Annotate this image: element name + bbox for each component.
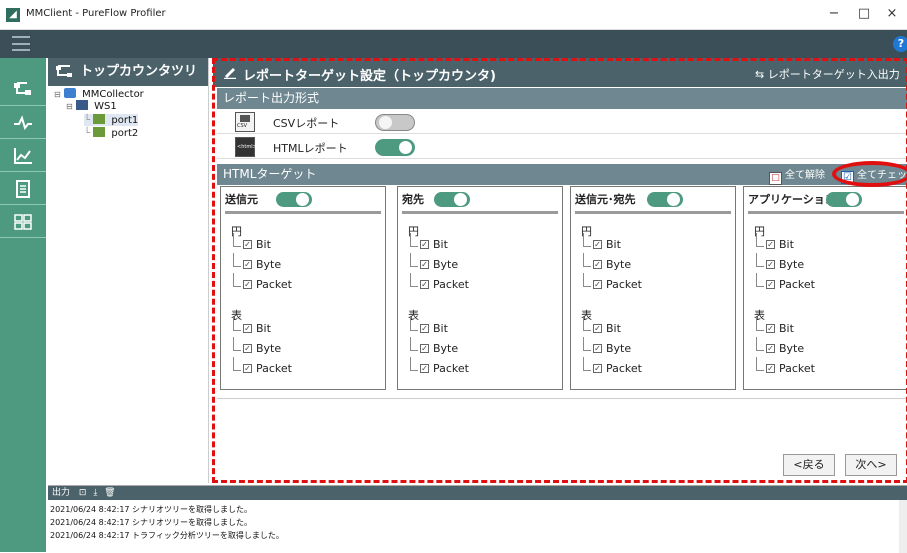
collector-icon xyxy=(63,88,76,98)
html-target-title: HTMLターゲット xyxy=(223,167,317,181)
flow-icon xyxy=(14,115,32,131)
output-scrollbar[interactable] xyxy=(899,500,907,553)
window-title: MMClient - PureFlow Profiler xyxy=(26,8,166,19)
divider xyxy=(217,398,907,399)
report-target-settings-panel: レポートターゲット設定（トップカウンタ) ⇆ レポートターゲット入出力 レポート… xyxy=(213,58,907,482)
destination-toggle[interactable] xyxy=(434,192,470,207)
tree-panel-header: トップカウンタツリー xyxy=(48,58,208,107)
main-header: レポートターゲット設定（トップカウンタ) ⇆ レポートターゲット入出力 xyxy=(213,58,907,87)
check-all-icon: ☑ xyxy=(841,171,854,184)
help-icon[interactable]: ? xyxy=(893,36,907,52)
html-target-section-header: HTMLターゲット □全て解除 ☑全てチェック xyxy=(217,164,907,185)
html-file-icon: <html> xyxy=(235,137,257,157)
line-chart-icon xyxy=(14,148,32,164)
card-title: 送信元･宛先 xyxy=(575,193,636,206)
csv-file-icon: CSV xyxy=(235,112,255,132)
uncheck-all-button[interactable]: □ 全て解除 xyxy=(769,164,825,186)
clear-icon[interactable]: ⊡ xyxy=(79,488,87,498)
output-title: 出力 xyxy=(52,488,71,498)
download-icon[interactable]: ⤓ xyxy=(93,488,97,498)
tree-node-ws1[interactable]: ⊟ WS1 xyxy=(66,100,117,112)
csv-report-toggle[interactable] xyxy=(375,114,415,131)
source-toggle[interactable] xyxy=(276,192,312,207)
tree-icon xyxy=(56,65,72,77)
card-title: 宛先 xyxy=(402,193,424,206)
tree-node-port2[interactable]: └ port2 xyxy=(84,127,138,139)
html-report-row: <html> HTMLレポート xyxy=(217,135,907,159)
nav-layout-button[interactable] xyxy=(0,206,46,238)
source-destination-toggle[interactable] xyxy=(647,192,683,207)
log-line: 2021/06/24 8:42:17 シナリオツリーを取得しました。 xyxy=(50,518,253,527)
hamburger-menu-icon[interactable] xyxy=(12,36,30,51)
title-bar: ◢ MMClient - PureFlow Profiler − □ × xyxy=(0,0,907,30)
csv-report-row: CSV CSVレポート xyxy=(217,110,907,134)
report-icon xyxy=(16,180,30,198)
uncheck-all-icon: □ xyxy=(769,172,782,185)
log-line: 2021/06/24 8:42:17 シナリオツリーを取得しました。 xyxy=(50,505,253,514)
output-panel: 出力 ⊡ ⤓ 🗑 2021/06/24 8:42:17 シナリオツリーを取得しま… xyxy=(48,485,907,553)
check-all-button[interactable]: ☑全てチェック xyxy=(841,164,907,186)
target-card-destination: 宛先 円 ✓ Bit ✓ Byte ✓ Packet 表 ✓ Bit ✓ Byte ✓ Pa… xyxy=(397,186,563,390)
tree-icon xyxy=(14,82,31,95)
format-section-header: レポート出力形式 xyxy=(217,88,907,109)
left-navigation xyxy=(0,58,46,552)
top-counter-tree-panel: トップカウンタツリー ⊟ MMCollector ⊟ WS1 └ port1 └… xyxy=(48,58,209,483)
target-card-source: 送信元 円 ✓ Bit ✓ Byte ✓ Packet 表 ✓ Bit ✓ Byte ✓ P… xyxy=(220,186,386,390)
main-title: レポートターゲット設定（トップカウンタ) xyxy=(243,69,496,84)
close-button[interactable]: × xyxy=(882,6,902,21)
pencil-icon xyxy=(224,68,236,79)
target-card-application: アプリケーション 円 ✓ Bit ✓ Byte ✓ Packet 表 ✓ Bit ✓ By… xyxy=(743,186,907,390)
minimize-button[interactable]: − xyxy=(824,6,844,21)
app-logo-icon: ◢ xyxy=(6,8,20,22)
menu-bar: ? xyxy=(0,30,907,58)
layout-icon xyxy=(14,214,32,230)
device-icon xyxy=(75,100,88,110)
nav-tree-button[interactable] xyxy=(0,74,46,106)
import-export-icon: ⇆ xyxy=(755,68,768,81)
tree-node-port1[interactable]: └ port1 xyxy=(84,114,139,126)
csv-report-label: CSVレポート xyxy=(273,117,340,130)
nav-report-button[interactable] xyxy=(0,173,46,205)
report-target-io-button[interactable]: ⇆ レポートターゲット入出力 xyxy=(755,66,900,82)
nav-chart-button[interactable] xyxy=(0,140,46,172)
output-panel-header: 出力 ⊡ ⤓ 🗑 xyxy=(48,486,907,500)
card-title: 送信元 xyxy=(225,193,258,206)
card-title: アプリケーション xyxy=(748,193,836,206)
html-report-label: HTMLレポート xyxy=(273,142,348,155)
next-button[interactable]: 次へ> xyxy=(845,454,897,476)
port-icon xyxy=(93,114,106,124)
trash-icon[interactable]: 🗑 xyxy=(104,488,115,498)
application-toggle[interactable] xyxy=(826,192,862,207)
nav-flow-button[interactable] xyxy=(0,107,46,139)
html-report-toggle[interactable] xyxy=(375,139,415,156)
tree-node-mmcollector[interactable]: ⊟ MMCollector xyxy=(54,88,144,100)
port-icon xyxy=(93,127,106,137)
maximize-button[interactable]: □ xyxy=(854,6,874,21)
log-line: 2021/06/24 8:42:17 トラフィック分析ツリーを取得しました。 xyxy=(50,531,284,540)
back-button[interactable]: <戻る xyxy=(783,454,835,476)
target-card-source-destination: 送信元･宛先 円 ✓ Bit ✓ Byte ✓ Packet 表 ✓ Bit ✓ Byte… xyxy=(570,186,736,390)
